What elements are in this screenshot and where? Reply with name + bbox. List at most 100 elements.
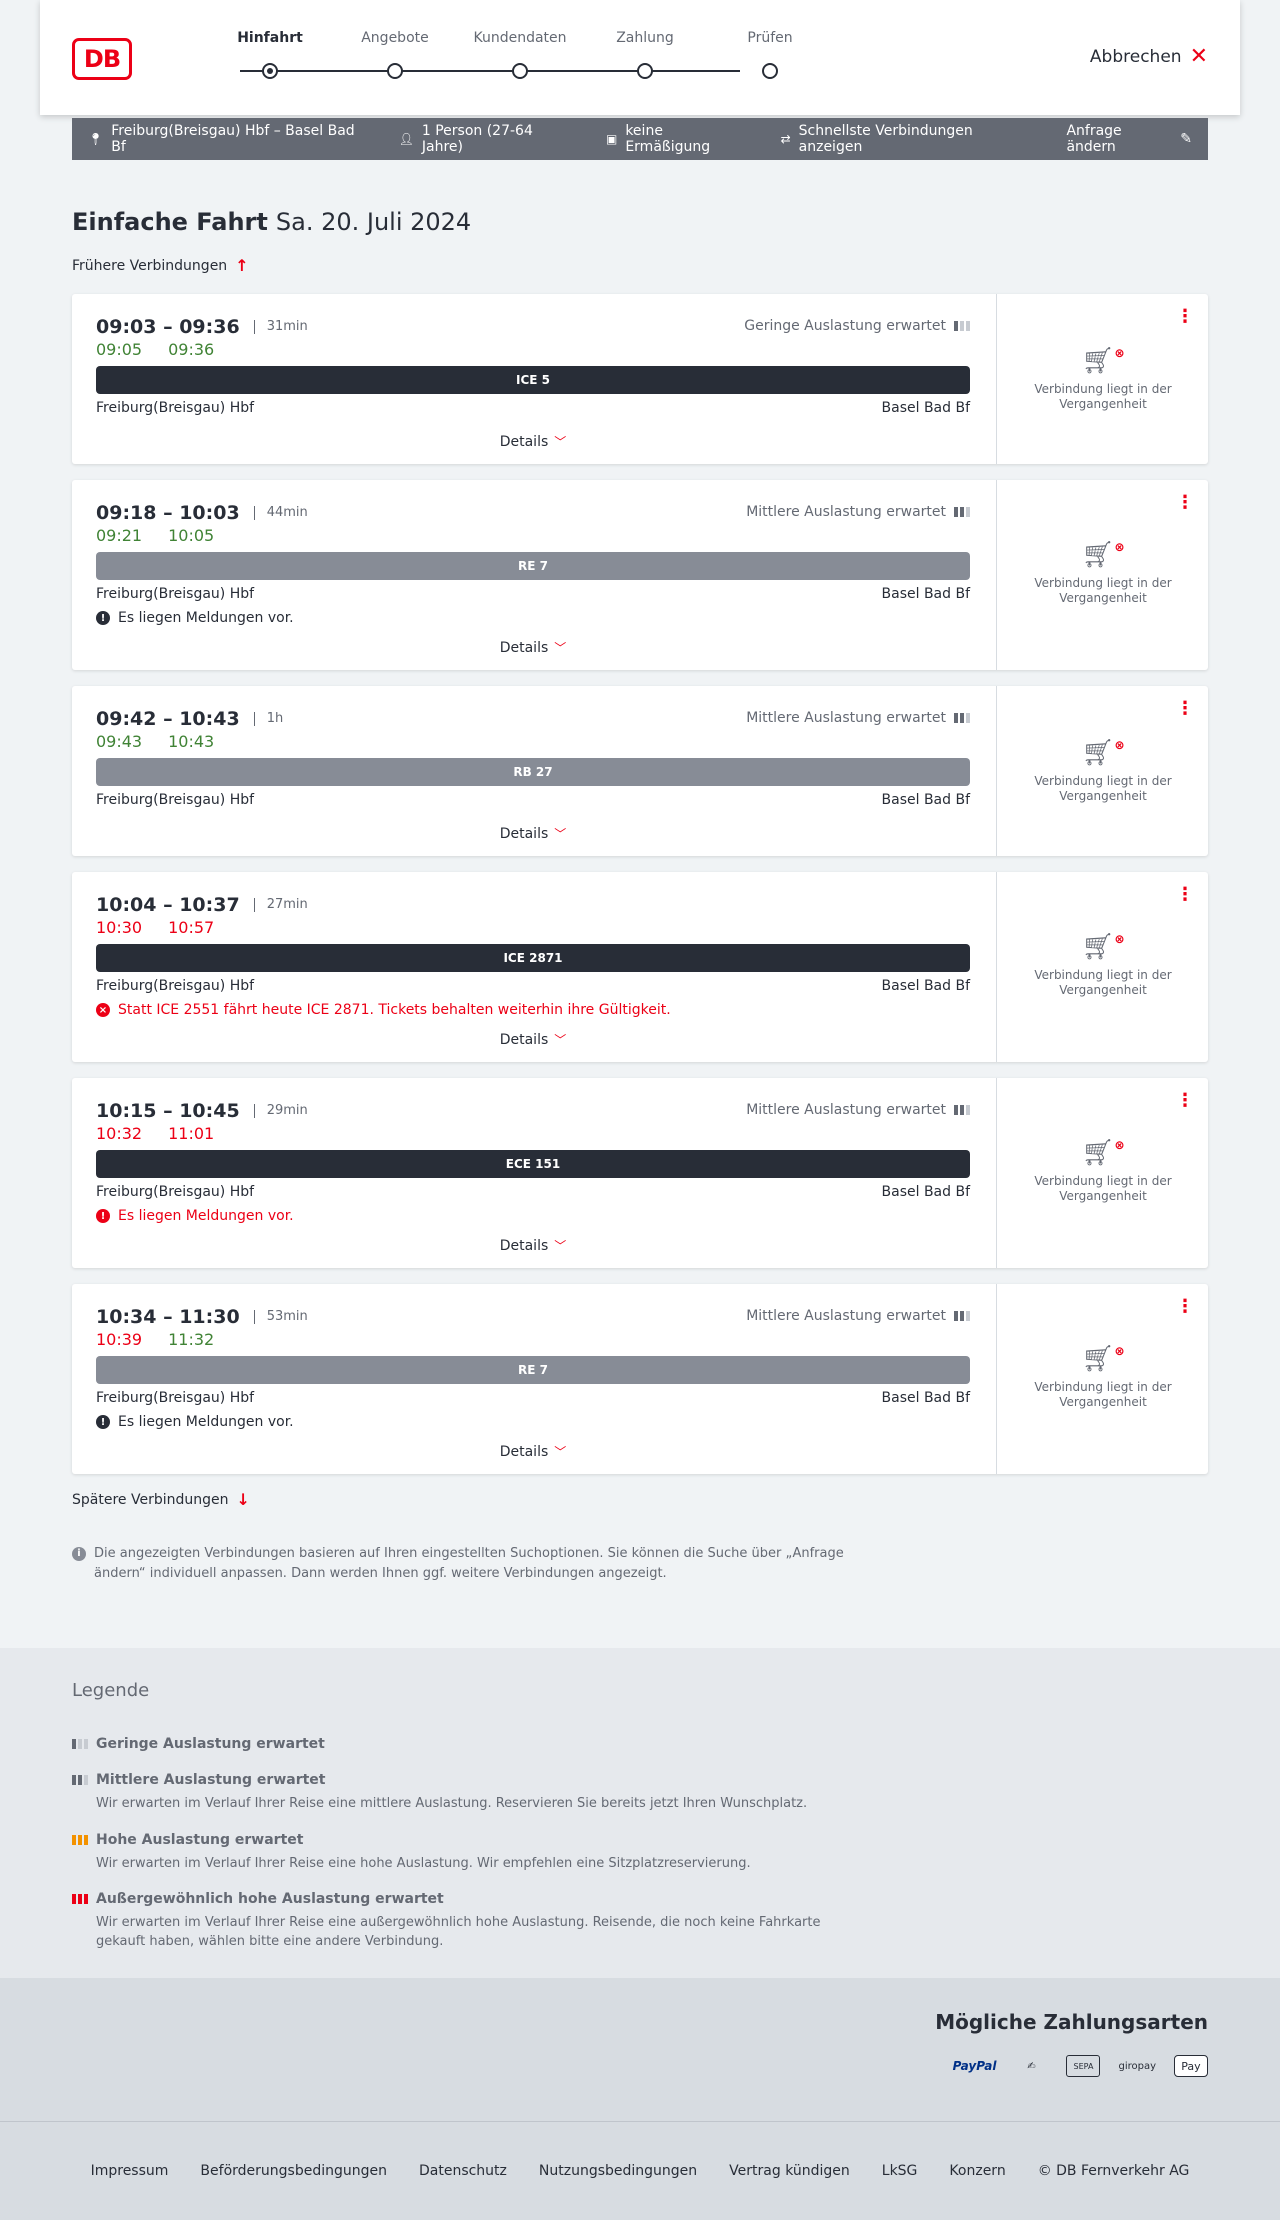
footer-link-befoerderungsbedingungen[interactable]: Beförderungsbedingungen — [200, 2163, 387, 2179]
details-toggle[interactable]: Details ﹀ — [96, 433, 970, 450]
discount-text: keine Ermäßigung — [625, 123, 711, 155]
train-bar[interactable]: RE 7 — [96, 552, 970, 580]
train-bar[interactable]: RE 7 — [96, 1356, 970, 1384]
destination-station: Basel Bad Bf — [881, 1390, 970, 1406]
unavailable-cart: 🛒︎⊗ Verbindung liegt in der Vergangenheit — [997, 1344, 1209, 1410]
alert-circle-icon: ! — [96, 1415, 110, 1429]
connection-card[interactable]: 10:04 – 10:37 27min 10:30 10:57 ICE 2871 Frei… — [72, 872, 1208, 1062]
search-info-note: i Die angezeigten Verbindungen basieren a… — [72, 1544, 852, 1584]
earlier-label: Frühere Verbindungen — [72, 257, 228, 274]
footer-link-konzern[interactable]: Konzern — [949, 2163, 1005, 2179]
occupancy-text: Mittlere Auslastung erwartet — [746, 504, 946, 520]
occupancy-icon — [954, 507, 970, 517]
step-dot — [512, 63, 528, 79]
chevron-down-icon: ﹀ — [554, 1033, 567, 1047]
train-name: ECE 151 — [505, 1157, 561, 1171]
step-zahlung[interactable]: Zahlung — [585, 30, 705, 79]
realtime-times: 09:05 09:36 — [96, 340, 214, 359]
payment-icons: PayPal ✍︎ SEPA giropay Pay — [953, 2052, 1208, 2080]
cart-unavailable-icon: 🛒︎⊗ — [1081, 1138, 1125, 1168]
train-bar[interactable]: ECE 151 — [96, 1150, 970, 1178]
step-dot — [387, 63, 403, 79]
close-icon: ✕ — [1189, 44, 1208, 69]
train-bar[interactable]: RB 27 — [96, 758, 970, 786]
footer-link-impressum[interactable]: Impressum — [91, 2163, 169, 2179]
footer-link-datenschutz[interactable]: Datenschutz — [419, 2163, 507, 2179]
step-angebote[interactable]: Angebote — [335, 30, 455, 79]
train-name: ICE 2871 — [503, 951, 563, 965]
train-bar[interactable]: ICE 2871 — [96, 944, 970, 972]
connection-card[interactable]: 09:18 – 10:03 44min 09:21 10:05 Mittlere Aus… — [72, 480, 1208, 670]
legend-item-low: Geringe Auslastung erwartet — [72, 1736, 852, 1752]
progress-steps: Hinfahrt Angebote Kundendaten Zahlung Pr… — [210, 30, 793, 90]
message-text: Es liegen Meldungen vor. — [118, 1414, 294, 1430]
cart-unavailable-icon: 🛒︎⊗ — [1081, 932, 1125, 962]
legend-section: Legende Geringe Auslastung erwartet Mitt… — [0, 1648, 1280, 1978]
footer-copyright: © DB Fernverkehr AG — [1037, 2163, 1190, 2179]
legend-item-title: Außergewöhnlich hohe Auslastung erwartet — [96, 1891, 444, 1907]
footer-link-vertrag-kuendigen[interactable]: Vertrag kündigen — [729, 2163, 850, 2179]
footer-link-nutzungsbedingungen[interactable]: Nutzungsbedingungen — [539, 2163, 697, 2179]
connection-card[interactable]: 10:15 – 10:45 29min 10:32 11:01 Mittlere Aus… — [72, 1078, 1208, 1268]
occupancy-medium-icon — [72, 1775, 88, 1785]
details-toggle[interactable]: Details ﹀ — [96, 1237, 970, 1254]
unavailable-cart: 🛒︎⊗ Verbindung liegt in der Vergangenheit — [997, 346, 1209, 412]
details-toggle[interactable]: Details ﹀ — [96, 1031, 970, 1048]
search-summary-bar: 📍︎ Freiburg(Breisgau) Hbf – Basel Bad Bf … — [72, 118, 1208, 160]
details-toggle[interactable]: Details ﹀ — [96, 1443, 970, 1460]
connection-main: 09:42 – 10:43 1h 09:43 10:43 Mittlere Auslas… — [96, 686, 970, 856]
legend-item-title: Mittlere Auslastung erwartet — [96, 1772, 326, 1788]
connection-card[interactable]: 10:34 – 11:30 53min 10:39 11:32 Mittlere Aus… — [72, 1284, 1208, 1474]
more-options-icon[interactable]: ⋮ — [1176, 886, 1194, 904]
cancel-button[interactable]: Abbrechen ✕ — [1090, 46, 1208, 68]
later-label: Spätere Verbindungen — [72, 1491, 229, 1508]
details-toggle[interactable]: Details ﹀ — [96, 825, 970, 842]
connection-card[interactable]: 09:03 – 09:36 31min 09:05 09:36 Geringe Ausl… — [72, 294, 1208, 464]
past-connection-text: Verbindung liegt in der Vergangenheit — [1034, 968, 1172, 997]
apple-pay-label: Pay — [1181, 2059, 1201, 2073]
route-text: Freiburg(Breisgau) Hbf – Basel Bad Bf — [111, 123, 355, 155]
bahncard-icon: ▣ — [605, 132, 618, 146]
step-pruefen[interactable]: Prüfen — [710, 30, 830, 79]
more-options-icon[interactable]: ⋮ — [1176, 1298, 1194, 1316]
connection-main: 10:15 – 10:45 29min 10:32 11:01 Mittlere Aus… — [96, 1078, 970, 1268]
step-hinfahrt[interactable]: Hinfahrt — [210, 30, 330, 79]
apple-pay-icon: Pay — [1174, 2055, 1208, 2077]
info-text: Die angezeigten Verbindungen basieren au… — [94, 1546, 844, 1581]
location-pin-icon: 📍︎ — [88, 132, 104, 146]
details-toggle[interactable]: Details ﹀ — [96, 639, 970, 656]
legend-item-desc: Wir erwarten im Verlauf Ihrer Reise eine… — [96, 1915, 821, 1949]
legend-title: Legende — [72, 1680, 150, 1701]
footer-link-lksg[interactable]: LkSG — [882, 2163, 918, 2179]
earlier-connections-link[interactable]: Frühere Verbindungen ↑ — [72, 256, 249, 275]
more-options-icon[interactable]: ⋮ — [1176, 1092, 1194, 1110]
chevron-down-icon: ﹀ — [554, 435, 567, 449]
step-kundendaten[interactable]: Kundendaten — [460, 30, 580, 79]
connection-card[interactable]: 09:42 – 10:43 1h 09:43 10:43 Mittlere Auslas… — [72, 686, 1208, 856]
train-bar[interactable]: ICE 5 — [96, 366, 970, 394]
duration: 53min — [253, 1310, 308, 1324]
header: DB Hinfahrt Angebote Kundendaten Zahlung… — [40, 0, 1240, 115]
scheduled-times: 09:42 – 10:43 1h — [96, 708, 283, 730]
destination-station: Basel Bad Bf — [881, 978, 970, 994]
realtime-arrival: 10:43 — [168, 732, 215, 751]
more-options-icon[interactable]: ⋮ — [1176, 494, 1194, 512]
scheduled-times: 09:18 – 10:03 44min — [96, 502, 308, 524]
change-request-button[interactable]: Anfrage ändern ✎ — [1066, 123, 1192, 155]
footer: Impressum Beförderungsbedingungen Datens… — [0, 2122, 1280, 2220]
arrow-up-icon: ↑ — [235, 256, 249, 275]
chevron-down-icon: ﹀ — [554, 827, 567, 841]
past-connection-text: Verbindung liegt in der Vergangenheit — [1034, 1174, 1172, 1203]
message-text: Es liegen Meldungen vor. — [118, 1208, 294, 1224]
message-text: Statt ICE 2551 fährt heute ICE 2871. Tic… — [118, 1002, 671, 1018]
later-connections-link[interactable]: Spätere Verbindungen ↓ — [72, 1490, 250, 1509]
more-options-icon[interactable]: ⋮ — [1176, 700, 1194, 718]
destination-station: Basel Bad Bf — [881, 792, 970, 808]
realtime-arrival: 11:32 — [168, 1330, 215, 1349]
times-text: 09:42 – 10:43 — [96, 708, 240, 730]
db-logo[interactable]: DB — [72, 38, 132, 80]
origin-station: Freiburg(Breisgau) Hbf — [96, 978, 255, 994]
connection-side: ⋮ 🛒︎⊗ Verbindung liegt in der Vergangenhei… — [996, 686, 1208, 856]
more-options-icon[interactable]: ⋮ — [1176, 308, 1194, 326]
scheduled-times: 10:04 – 10:37 27min — [96, 894, 308, 916]
